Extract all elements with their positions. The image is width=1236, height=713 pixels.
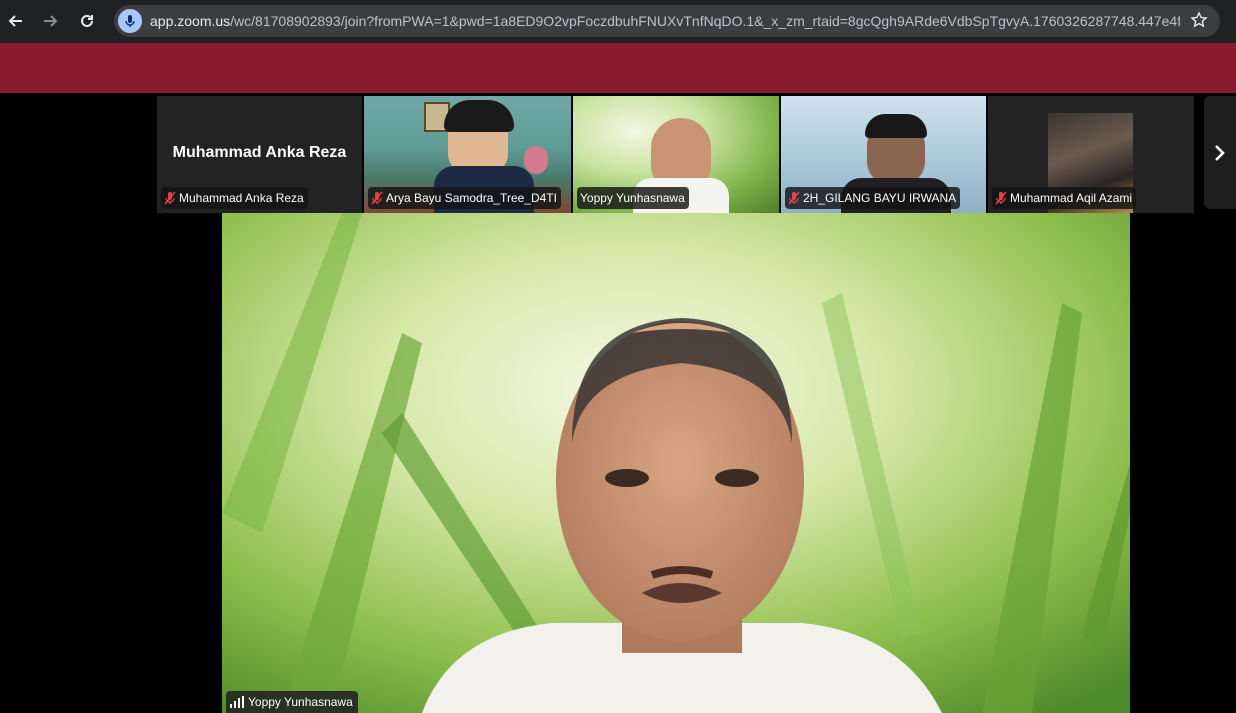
- participant-name-tag: Muhammad Anka Reza: [161, 187, 308, 209]
- participant-strip: Muhammad Anka Reza Muhammad Anka Reza Ar…: [157, 96, 1194, 213]
- star-icon: [1190, 11, 1208, 28]
- participant-tile[interactable]: Muhammad Aqil Azami: [988, 96, 1194, 213]
- microphone-icon: [125, 15, 135, 27]
- participant-display-name: Muhammad Anka Reza: [172, 144, 347, 161]
- participant-name-tag: Muhammad Aqil Azami: [992, 187, 1137, 209]
- reload-button[interactable]: [73, 7, 101, 35]
- participant-name: Arya Bayu Samodra_Tree_D4TI: [386, 191, 557, 205]
- participant-name-tag: Yoppy Yunhasnawa: [577, 187, 689, 209]
- bookmark-button[interactable]: [1190, 11, 1208, 34]
- main-speaker-name-tag: Yoppy Yunhasnawa: [226, 691, 358, 713]
- participant-tile[interactable]: Muhammad Anka Reza Muhammad Anka Reza: [157, 96, 362, 213]
- forward-button[interactable]: [36, 7, 64, 35]
- arrow-right-icon: [44, 15, 58, 27]
- arrow-left-icon: [8, 15, 22, 27]
- muted-mic-icon: [788, 191, 800, 205]
- microphone-indicator[interactable]: [118, 9, 142, 33]
- participant-tile-active-speaker[interactable]: Yoppy Yunhasnawa: [573, 96, 779, 213]
- main-speaker-name: Yoppy Yunhasnawa: [248, 695, 353, 709]
- next-page-button[interactable]: [1204, 96, 1236, 209]
- muted-mic-icon: [164, 191, 176, 205]
- address-bar[interactable]: app.zoom.us/wc/81708902893/join?fromPWA=…: [114, 5, 1220, 37]
- url-text[interactable]: app.zoom.us/wc/81708902893/join?fromPWA=…: [150, 13, 1180, 29]
- muted-mic-icon: [995, 191, 1007, 205]
- back-button[interactable]: [2, 7, 30, 35]
- speaker-video-frame: [222, 213, 1130, 713]
- reload-icon: [81, 14, 93, 27]
- participant-name-tag: 2H_GILANG BAYU IRWANA: [785, 187, 961, 209]
- participant-name-tag: Arya Bayu Samodra_Tree_D4TI: [368, 187, 561, 209]
- participant-name: 2H_GILANG BAYU IRWANA: [803, 191, 957, 205]
- participant-tile[interactable]: 2H_GILANG BAYU IRWANA: [781, 96, 986, 213]
- url-host: app.zoom.us: [150, 13, 231, 29]
- participant-name: Muhammad Aqil Azami: [1010, 191, 1133, 205]
- zoom-top-banner: [0, 43, 1236, 93]
- browser-toolbar: app.zoom.us/wc/81708902893/join?fromPWA=…: [0, 0, 1236, 43]
- muted-mic-icon: [371, 191, 383, 205]
- participant-tile[interactable]: Arya Bayu Samodra_Tree_D4TI: [364, 96, 571, 213]
- participant-name: Muhammad Anka Reza: [179, 191, 304, 205]
- chevron-right-icon: [1215, 144, 1225, 161]
- participant-name: Yoppy Yunhasnawa: [580, 191, 685, 205]
- main-speaker-video[interactable]: Yoppy Yunhasnawa: [222, 213, 1130, 713]
- url-path: /wc/81708902893/join?fromPWA=1&pwd=1a8ED…: [230, 13, 1180, 29]
- audio-level-icon: [230, 696, 244, 708]
